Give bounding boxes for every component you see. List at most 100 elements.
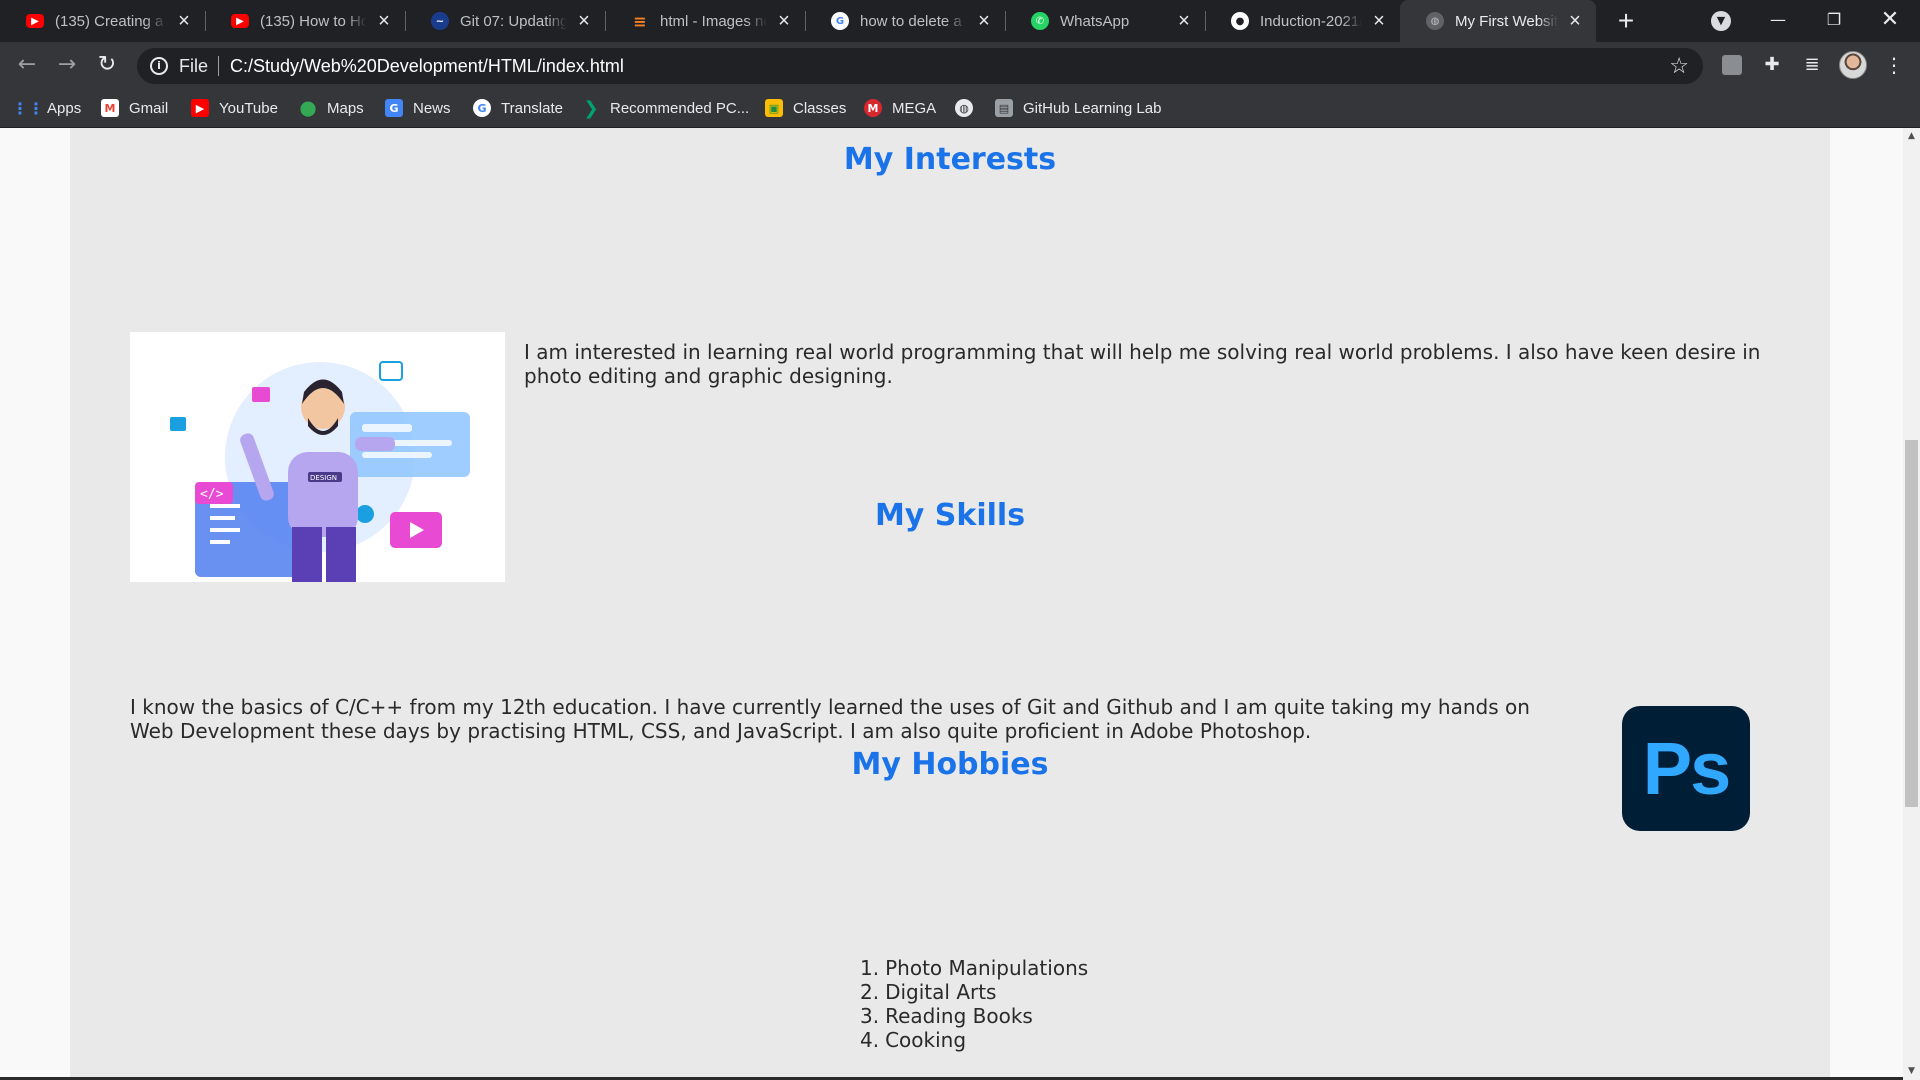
youtube-icon: ▶ [26, 14, 44, 28]
globe-icon: ◍ [1426, 12, 1444, 30]
minimize-button[interactable]: — [1750, 0, 1806, 42]
github-icon: ● [1231, 12, 1249, 30]
list-item: 4. Cooking [860, 1028, 1260, 1052]
google-news-icon: G [385, 99, 403, 117]
list-number: 3. [860, 1004, 880, 1028]
window-close-button[interactable]: ✕ [1862, 0, 1918, 42]
bookmark-classes[interactable]: ▣ Classes [765, 88, 846, 128]
interests-text: I am interested in learning real world p… [524, 340, 1761, 388]
address-divider [218, 56, 220, 76]
scheme-label: File [179, 55, 209, 76]
bookmark-label: Classes [793, 99, 847, 117]
bookmarks-bar: ⋮⋮ Apps M Gmail ▶ YouTube ⬤ Maps G News … [0, 88, 1920, 128]
list-item-label: Cooking [885, 1028, 967, 1052]
scrollbar-thumb[interactable] [1905, 440, 1918, 807]
tab-my-first-website[interactable]: ◍ My First Website × [1400, 0, 1596, 42]
maps-pin-icon: ⬤ [299, 99, 317, 117]
hobbies-list: 1. Photo Manipulations 2. Digital Arts 3… [860, 956, 1260, 1052]
bookmark-label: Translate [501, 99, 563, 117]
tab-github-induction[interactable]: ● Induction-2021/W × [1205, 0, 1400, 42]
youtube-icon: ▶ [231, 14, 249, 28]
bookmark-mega[interactable]: M MEGA [864, 88, 936, 128]
classroom-icon: ▣ [765, 99, 783, 117]
swirl-icon: ~ [431, 12, 449, 30]
tab-strip: ▶ (135) Creating a D × ▶ (135) How to Ho… [0, 0, 1920, 42]
interests-illustration: </> DESIGN [130, 332, 505, 582]
restore-button[interactable]: ❐ [1806, 0, 1862, 42]
bookmark-label: MEGA [892, 99, 937, 117]
skills-heading: My Skills [874, 498, 1026, 533]
bookmark-star-icon[interactable]: ☆ [1669, 53, 1689, 79]
content-card: My Interests </> DESIGN I am interested … [70, 128, 1830, 1080]
new-tab-button[interactable]: + [1611, 6, 1641, 36]
tab-title: html - Images not [660, 12, 767, 30]
tab-title: WhatsApp [1060, 12, 1130, 30]
reload-icon[interactable]: ↻ [91, 49, 123, 81]
extension-icon[interactable] [1722, 55, 1742, 75]
list-item-label: Digital Arts [885, 980, 997, 1004]
close-icon[interactable]: × [775, 11, 793, 31]
google-icon: G [473, 99, 491, 117]
list-item-label: Photo Manipulations [885, 956, 1089, 980]
google-icon: G [831, 12, 849, 30]
list-number: 4. [860, 1028, 880, 1052]
tab-title: (135) How to Host [260, 12, 367, 30]
bookmark-github-learning-lab[interactable]: ▤ GitHub Learning Lab [995, 88, 1161, 128]
back-arrow-icon[interactable]: ← [11, 49, 43, 81]
tab-search-icon[interactable]: ▼ [1711, 11, 1731, 31]
close-icon[interactable]: × [575, 11, 593, 31]
skills-text: I know the basics of C/C++ from my 12th … [130, 695, 1530, 743]
list-item: 2. Digital Arts [860, 980, 1260, 1004]
bookmark-label: Maps [327, 99, 364, 117]
close-icon[interactable]: × [1175, 11, 1193, 31]
bookmark-youtube[interactable]: ▶ YouTube [191, 88, 278, 128]
tab-google-search[interactable]: G how to delete a re × [805, 0, 1006, 42]
list-item: 3. Reading Books [860, 1004, 1260, 1028]
close-icon[interactable]: × [975, 11, 993, 31]
close-icon[interactable]: × [1566, 11, 1584, 31]
bookmark-translate[interactable]: G Translate [473, 88, 563, 128]
bookmark-apps[interactable]: ⋮⋮ Apps [12, 88, 81, 128]
profile-avatar[interactable] [1839, 51, 1867, 79]
info-icon[interactable]: i [150, 57, 168, 75]
menu-kebab-icon[interactable]: ⋮ [1881, 52, 1907, 78]
page-scrollbar[interactable]: ▲ ▼ [1903, 128, 1920, 1080]
github-lab-icon: ▤ [995, 99, 1013, 117]
tab-title: (135) Creating a D [55, 12, 167, 30]
browser-toolbar: ← → ↻ i File C:/Study/Web%20Development/… [0, 42, 1920, 88]
stackoverflow-icon: ≡ [633, 11, 647, 31]
tab-git-updating[interactable]: ~ Git 07: Updating Y × [405, 0, 606, 42]
bookmark-label: GitHub Learning Lab [1023, 99, 1162, 117]
whatsapp-icon: ✆ [1031, 12, 1049, 30]
bookmark-news[interactable]: G News [385, 88, 451, 128]
list-number: 2. [860, 980, 880, 1004]
scroll-down-icon[interactable]: ▼ [1903, 1063, 1920, 1080]
tab-title: Induction-2021/W [1260, 12, 1362, 30]
bookmark-gmail[interactable]: M Gmail [101, 88, 168, 128]
bookmark-label: Recommended PC... [610, 99, 750, 117]
close-icon[interactable]: × [175, 11, 193, 31]
list-item-label: Reading Books [885, 1004, 1033, 1028]
scroll-up-icon[interactable]: ▲ [1903, 128, 1920, 145]
tab-youtube-hosting[interactable]: ▶ (135) How to Host × [205, 0, 406, 42]
bookmark-maps[interactable]: ⬤ Maps [299, 88, 364, 128]
close-icon[interactable]: × [1370, 11, 1388, 31]
bookmark-label: Gmail [129, 99, 169, 117]
youtube-icon: ▶ [191, 99, 209, 117]
tab-title: how to delete a re [860, 12, 967, 30]
tab-youtube-creating[interactable]: ▶ (135) Creating a D × [0, 0, 206, 42]
tab-stackoverflow[interactable]: ≡ html - Images not × [605, 0, 806, 42]
hobbies-heading: My Hobbies [851, 747, 1049, 782]
puzzle-extensions-icon[interactable]: ✚ [1759, 52, 1785, 78]
reading-list-icon[interactable]: ≣ [1799, 52, 1825, 78]
tab-title: My First Website [1455, 12, 1558, 30]
bookmark-label: YouTube [219, 99, 278, 117]
illustration-badge: DESIGN [310, 474, 337, 482]
forward-arrow-icon[interactable]: → [51, 49, 83, 81]
bookmark-globe[interactable]: ◍ [955, 88, 983, 128]
url-text[interactable]: C:/Study/Web%20Development/HTML/index.ht… [230, 56, 624, 77]
address-bar[interactable]: i File C:/Study/Web%20Development/HTML/i… [137, 48, 1703, 84]
tab-whatsapp[interactable]: ✆ WhatsApp × [1005, 0, 1206, 42]
bookmark-recommended-pc[interactable]: ❯ Recommended PC... [582, 88, 749, 128]
close-icon[interactable]: × [375, 11, 393, 31]
